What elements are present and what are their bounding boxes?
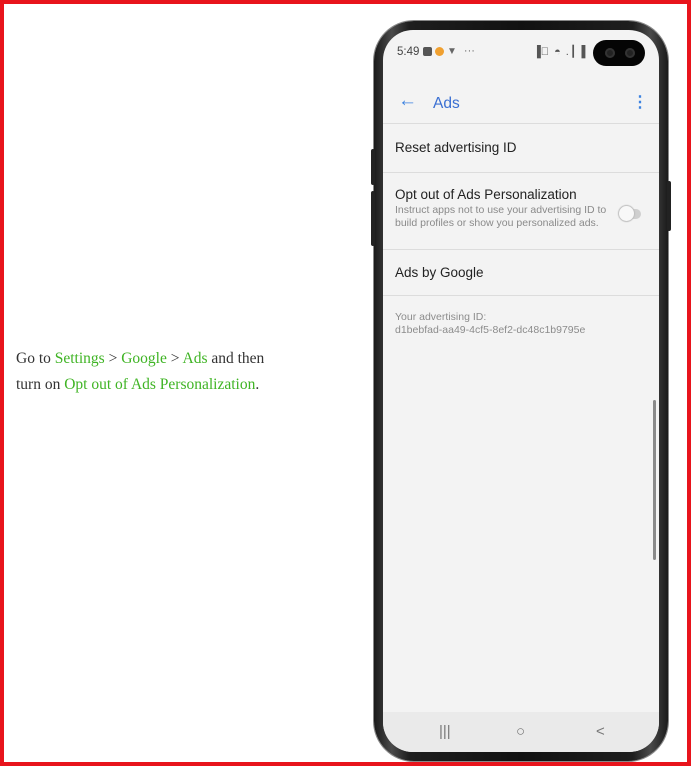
bixby-button bbox=[371, 191, 375, 246]
divider bbox=[383, 295, 659, 296]
status-time: 5:49 bbox=[397, 46, 420, 58]
notification-icon: ▼ bbox=[447, 45, 457, 57]
notification-icon bbox=[435, 46, 444, 56]
notification-icons: ▼ ··· bbox=[423, 45, 475, 57]
phone-device: 5:49 ▼ ··· ▐⃤ ◓ .┃ ▌ ← Ads ⋮ Reset adver… bbox=[371, 21, 671, 761]
instruction-and-then: and then bbox=[211, 350, 265, 367]
front-camera-icon bbox=[593, 40, 645, 66]
advertising-id-value: d1bebfad-aa49-4cf5-8ef2-dc48c1b9795e bbox=[395, 324, 586, 336]
ads-by-google-item[interactable]: Ads by Google bbox=[383, 250, 659, 295]
page-title: Ads bbox=[433, 95, 460, 112]
overflow-dots: ··· bbox=[463, 45, 475, 57]
ads-by-google-label: Ads by Google bbox=[395, 265, 484, 280]
instruction-opt-out: Opt out of Ads Personalization bbox=[64, 376, 256, 393]
app-bar: ← Ads ⋮ bbox=[383, 84, 659, 124]
instruction-text: Go to Settings > Google > Ads and then t… bbox=[16, 346, 316, 398]
status-bar: 5:49 ▼ ··· ▐⃤ ◓ .┃ ▌ bbox=[383, 30, 659, 70]
reset-advertising-id-item[interactable]: Reset advertising ID bbox=[383, 124, 659, 171]
recents-icon[interactable]: ||| bbox=[439, 723, 451, 740]
advertising-id-label: Your advertising ID: bbox=[395, 311, 487, 323]
toggle-knob bbox=[619, 206, 634, 221]
opt-out-description: Instruct apps not to use your advertisin… bbox=[395, 204, 607, 229]
instruction-ads: Ads bbox=[182, 350, 208, 367]
home-icon[interactable]: ○ bbox=[516, 723, 525, 740]
power-button bbox=[667, 181, 671, 231]
instruction-separator: > bbox=[170, 350, 180, 367]
instruction-separator: > bbox=[108, 350, 118, 367]
opt-out-toggle[interactable] bbox=[619, 206, 641, 221]
phone-screen: 5:49 ▼ ··· ▐⃤ ◓ .┃ ▌ ← Ads ⋮ Reset adver… bbox=[383, 30, 659, 752]
opt-out-ads-item[interactable]: Opt out of Ads Personalization Instruct … bbox=[383, 173, 659, 249]
tutorial-frame: Go to Settings > Google > Ads and then t… bbox=[0, 0, 691, 766]
nav-back-icon[interactable]: < bbox=[596, 723, 605, 740]
scrollbar bbox=[653, 400, 656, 560]
more-vert-icon[interactable]: ⋮ bbox=[632, 92, 648, 112]
reset-advertising-id-label: Reset advertising ID bbox=[395, 140, 517, 155]
opt-out-label: Opt out of Ads Personalization bbox=[395, 187, 577, 202]
instruction-go-to: Go to bbox=[16, 350, 51, 367]
signal-battery-icons: ▐⃤ ◓ .┃ ▌ bbox=[533, 46, 591, 58]
instruction-google: Google bbox=[121, 350, 167, 367]
back-arrow-icon[interactable]: ← bbox=[398, 90, 417, 112]
instruction-period: . bbox=[255, 376, 260, 393]
instruction-settings: Settings bbox=[54, 350, 105, 367]
notification-icon bbox=[423, 46, 432, 56]
instruction-turn-on: turn on bbox=[16, 376, 61, 393]
navigation-bar: ||| ○ < bbox=[383, 712, 659, 752]
volume-button bbox=[371, 149, 375, 185]
